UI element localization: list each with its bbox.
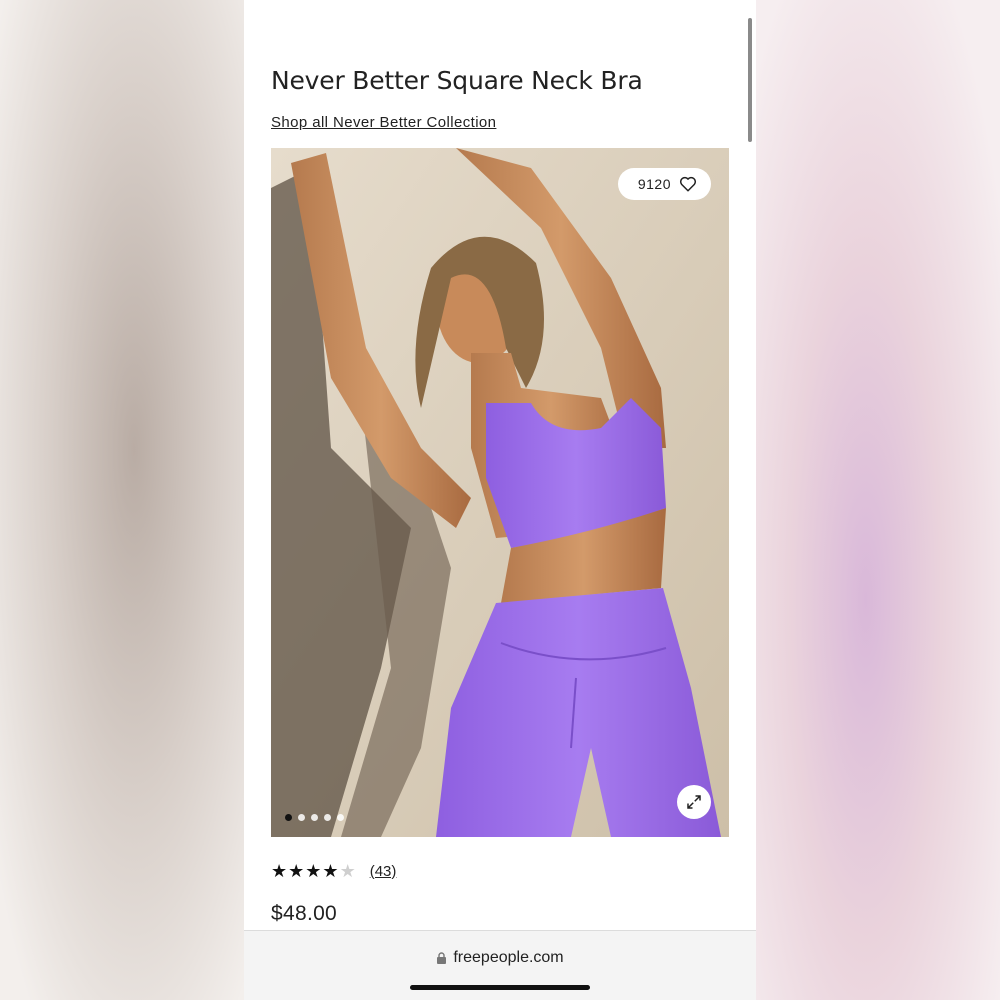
home-indicator[interactable] xyxy=(410,985,590,990)
gallery-dot[interactable] xyxy=(311,814,318,821)
star-filled-icon: ★ xyxy=(305,861,322,881)
url-display[interactable]: freepeople.com xyxy=(244,949,756,967)
scrollbar[interactable] xyxy=(748,18,752,142)
favorites-count: 9120 xyxy=(637,176,671,192)
blurred-background-left xyxy=(0,0,244,1000)
browser-address-bar[interactable]: freepeople.com xyxy=(244,930,756,1000)
star-filled-icon: ★ xyxy=(322,861,339,881)
product-price: $48.00 xyxy=(271,902,338,925)
gallery-dot[interactable] xyxy=(285,814,292,821)
product-rating: ★ ★ ★ ★ ★ (43) xyxy=(271,862,396,880)
gallery-pagination xyxy=(285,814,344,821)
lock-icon xyxy=(437,952,447,964)
rating-stars: ★ ★ ★ ★ ★ xyxy=(271,862,356,880)
expand-arrows-icon xyxy=(687,795,701,809)
gallery-dot[interactable] xyxy=(298,814,305,821)
blurred-background-right xyxy=(756,0,1000,1000)
star-empty-icon: ★ xyxy=(339,861,356,881)
expand-image-button[interactable] xyxy=(677,785,711,819)
heart-icon xyxy=(679,176,697,192)
star-filled-icon: ★ xyxy=(271,861,288,881)
shop-collection-link[interactable]: Shop all Never Better Collection xyxy=(271,114,496,131)
product-title: Never Better Square Neck Bra xyxy=(271,66,643,95)
favorite-button[interactable]: 9120 xyxy=(617,168,711,200)
gallery-dot[interactable] xyxy=(324,814,331,821)
review-count-link[interactable]: (43) xyxy=(370,863,397,880)
product-photo xyxy=(271,148,729,837)
gallery-dot[interactable] xyxy=(337,814,344,821)
product-image-gallery[interactable]: 9120 xyxy=(271,148,729,837)
url-text: freepeople.com xyxy=(453,949,564,966)
phone-screen: Never Better Square Neck Bra Shop all Ne… xyxy=(244,0,756,1000)
star-filled-icon: ★ xyxy=(288,861,305,881)
